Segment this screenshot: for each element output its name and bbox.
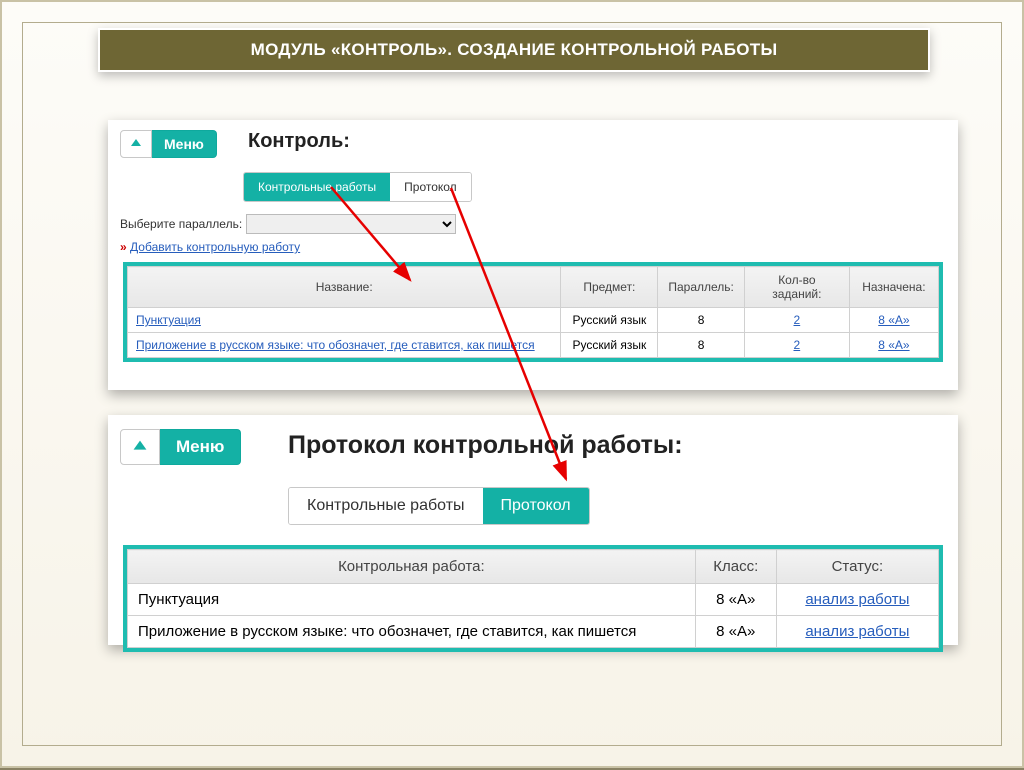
col-subject: Предмет: bbox=[561, 267, 658, 308]
add-link-text[interactable]: Добавить контрольную работу bbox=[130, 240, 300, 254]
col-assigned: Назначена: bbox=[849, 267, 938, 308]
col-work: Контрольная работа: bbox=[128, 550, 696, 584]
slide-title: МОДУЛЬ «КОНТРОЛЬ». СОЗДАНИЕ КОНТРОЛЬНОЙ … bbox=[98, 28, 930, 72]
select-label: Выберите параллель: bbox=[120, 217, 242, 231]
parallel-select-row: Выберите параллель: bbox=[120, 214, 456, 234]
col-class: Класс: bbox=[695, 550, 776, 584]
tab-protocol[interactable]: Протокол bbox=[390, 173, 471, 201]
table-row: Приложение в русском языке: что обозначе… bbox=[128, 616, 939, 648]
arrow-up-icon bbox=[120, 429, 160, 465]
panel-protocol: Меню Протокол контрольной работы: Контро… bbox=[108, 415, 958, 645]
add-work-link[interactable]: » Добавить контрольную работу bbox=[120, 240, 300, 254]
panel-heading: Протокол контрольной работы: bbox=[288, 431, 683, 460]
menu-label: Меню bbox=[160, 429, 241, 465]
panel-heading: Контроль: bbox=[248, 130, 350, 153]
col-parallel: Параллель: bbox=[658, 267, 745, 308]
col-status: Статус: bbox=[776, 550, 938, 584]
works-table-box: Название: Предмет: Параллель: Кол-во зад… bbox=[123, 262, 943, 362]
menu-button[interactable]: Меню bbox=[120, 429, 241, 465]
cell-work: Приложение в русском языке: что обозначе… bbox=[128, 616, 696, 648]
work-link[interactable]: Пунктуация bbox=[136, 313, 201, 327]
cell-parallel: 8 bbox=[658, 333, 745, 358]
cell-class: 8 «А» bbox=[695, 584, 776, 616]
menu-label: Меню bbox=[152, 130, 217, 158]
status-link[interactable]: анализ работы bbox=[805, 623, 909, 640]
col-count: Кол-во заданий: bbox=[744, 267, 849, 308]
raquo-icon: » bbox=[120, 240, 127, 254]
parallel-select[interactable] bbox=[246, 214, 456, 234]
cell-class: 8 «А» bbox=[695, 616, 776, 648]
table-row: Пунктуация 8 «А» анализ работы bbox=[128, 584, 939, 616]
count-link[interactable]: 2 bbox=[794, 338, 801, 352]
cell-parallel: 8 bbox=[658, 308, 745, 333]
work-link[interactable]: Приложение в русском языке: что обозначе… bbox=[136, 338, 535, 352]
protocol-table-box: Контрольная работа: Класс: Статус: Пункт… bbox=[123, 545, 943, 652]
tab-protocol[interactable]: Протокол bbox=[483, 488, 589, 524]
cell-subject: Русский язык bbox=[561, 308, 658, 333]
cell-subject: Русский язык bbox=[561, 333, 658, 358]
protocol-table: Контрольная работа: Класс: Статус: Пункт… bbox=[127, 549, 939, 648]
slide: МОДУЛЬ «КОНТРОЛЬ». СОЗДАНИЕ КОНТРОЛЬНОЙ … bbox=[0, 0, 1024, 768]
tab-works[interactable]: Контрольные работы bbox=[289, 488, 483, 524]
works-table: Название: Предмет: Параллель: Кол-во зад… bbox=[127, 266, 939, 358]
table-row: Пунктуация Русский язык 8 2 8 «А» bbox=[128, 308, 939, 333]
assigned-link[interactable]: 8 «А» bbox=[878, 313, 909, 327]
tab-group: Контрольные работы Протокол bbox=[288, 487, 590, 525]
count-link[interactable]: 2 bbox=[794, 313, 801, 327]
table-row: Приложение в русском языке: что обозначе… bbox=[128, 333, 939, 358]
panel-control: Меню Контроль: Контрольные работы Проток… bbox=[108, 120, 958, 390]
menu-button[interactable]: Меню bbox=[120, 130, 217, 158]
tab-works[interactable]: Контрольные работы bbox=[244, 173, 390, 201]
status-link[interactable]: анализ работы bbox=[805, 591, 909, 608]
arrow-up-icon bbox=[120, 130, 152, 158]
col-name: Название: bbox=[128, 267, 561, 308]
assigned-link[interactable]: 8 «А» bbox=[878, 338, 909, 352]
tab-group: Контрольные работы Протокол bbox=[243, 172, 472, 202]
cell-work: Пунктуация bbox=[128, 584, 696, 616]
